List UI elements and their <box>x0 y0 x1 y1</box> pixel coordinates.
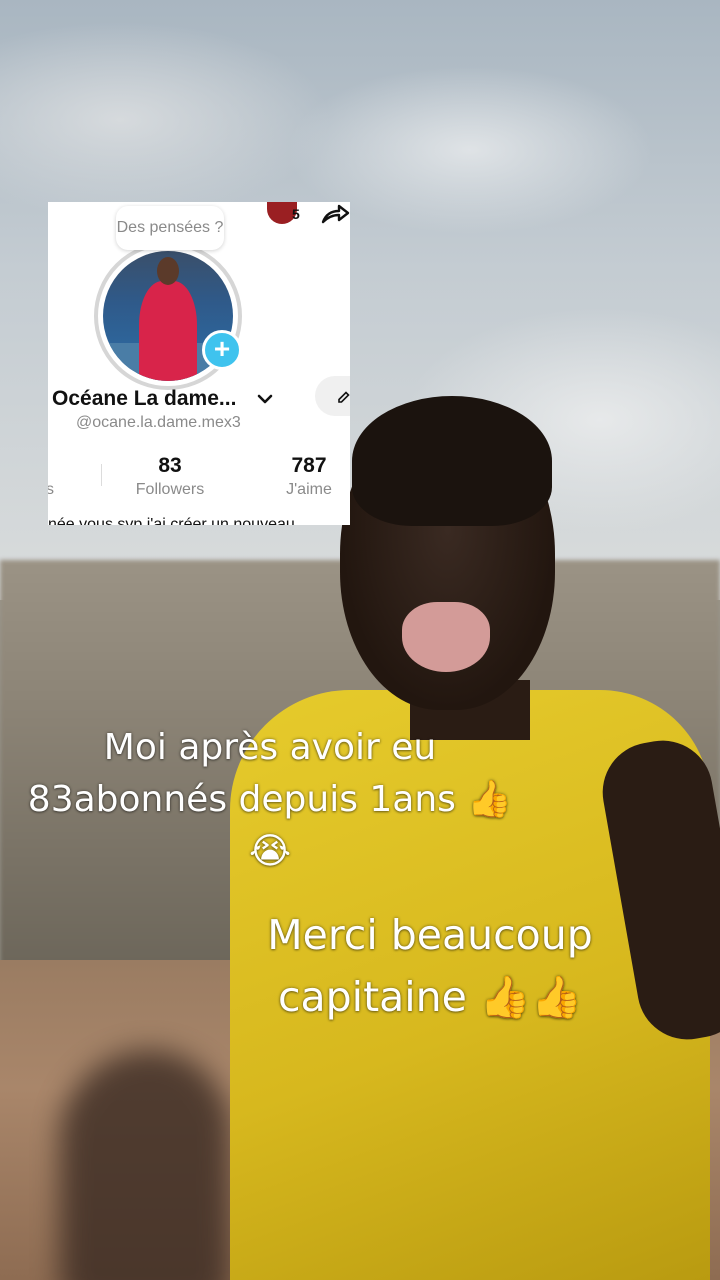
profile-name: Océane La dame... <box>52 387 237 410</box>
stat-divider <box>101 464 102 486</box>
stat-likes-value: 787 <box>291 454 327 477</box>
stat-likes-label: J'aime <box>286 481 332 498</box>
avatar-dress <box>139 281 197 381</box>
profile-bio-partial: née vous svp j'ai créer un nouveau <box>48 516 295 525</box>
stat-followers[interactable]: 83 Followers <box>122 454 218 499</box>
stat-likes[interactable]: 787 J'aime <box>274 454 344 499</box>
stat-followers-label: Followers <box>135 481 205 498</box>
avatar-face <box>157 257 179 285</box>
edit-button[interactable] <box>315 376 350 416</box>
caption-text-2: Merci beaucoup capitaine 👍👍 <box>267 911 593 1021</box>
stat-followers-value: 83 <box>158 454 182 477</box>
profile-name-row[interactable]: Océane La dame... <box>52 384 312 414</box>
thoughts-bubble[interactable]: Des pensées ? <box>116 206 224 250</box>
notification-count: 5 <box>292 206 300 222</box>
person-tongue <box>402 602 490 672</box>
profile-screenshot-card: 5 Des pensées ? + Océane La dame... @oca… <box>48 202 350 525</box>
chevron-down-icon[interactable] <box>256 390 274 408</box>
video-background <box>0 0 720 1280</box>
thoughts-bubble-text: Des pensées ? <box>116 219 224 236</box>
hand-blur <box>60 1050 230 1280</box>
share-icon[interactable] <box>320 202 350 226</box>
stat-following-label: s <box>48 481 54 498</box>
caption-text-1: Moi après avoir eu 83abonnés depuis 1ans… <box>27 727 513 872</box>
profile-handle: @ocane.la.dame.mex3 <box>76 414 241 431</box>
person-hair <box>352 396 552 526</box>
stat-following[interactable]: s <box>48 454 60 499</box>
pencil-icon <box>338 391 350 403</box>
add-story-plus-icon[interactable]: + <box>202 330 242 370</box>
